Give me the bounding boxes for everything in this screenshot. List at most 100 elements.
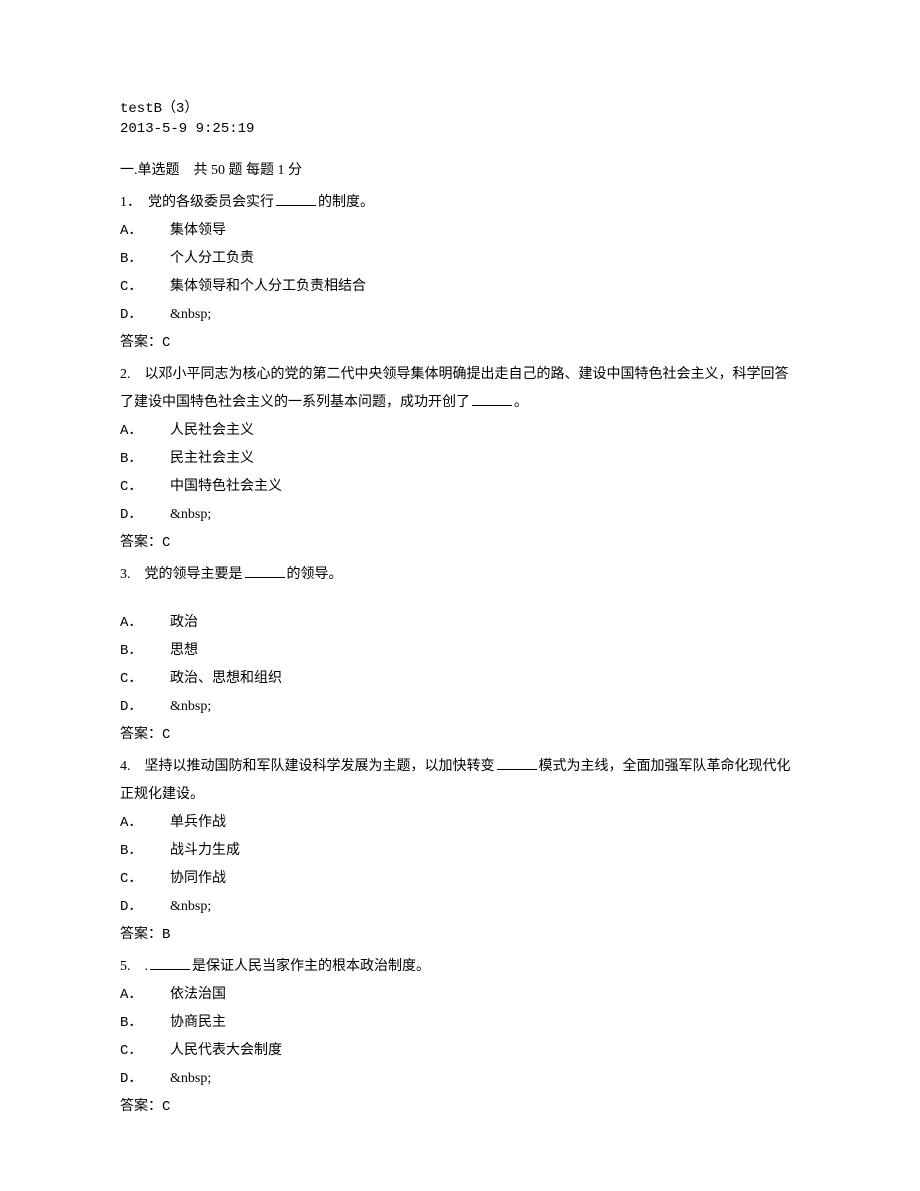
option-text: 中国特色社会主义	[170, 479, 282, 494]
answer-value: B	[162, 927, 170, 943]
option: A．集体领导	[120, 217, 800, 245]
question-stem: 1． 党的各级委员会实行的制度。	[120, 189, 800, 217]
option: C．人民代表大会制度	[120, 1037, 800, 1065]
option-text: &nbsp;	[170, 307, 211, 322]
question-text-after: 的制度。	[318, 195, 374, 210]
answer-label: 答案：	[120, 727, 162, 742]
question-number: 5.	[120, 959, 145, 974]
question-number: 1．	[120, 195, 148, 210]
option-label: B．	[120, 1009, 170, 1037]
option-text: 个人分工负责	[170, 251, 254, 266]
question-text-before: .	[145, 959, 149, 974]
answer-line: 答案：B	[120, 921, 800, 949]
question-text-after: 是保证人民当家作主的根本政治制度。	[192, 959, 430, 974]
option: C．协同作战	[120, 865, 800, 893]
question-stem: 4. 坚持以推动国防和军队建设科学发展为主题，以加快转变模式为主线，全面加强军队…	[120, 753, 800, 809]
option-label: B．	[120, 245, 170, 273]
questions-container: 1． 党的各级委员会实行的制度。A．集体领导B．个人分工负责C．集体领导和个人分…	[120, 189, 800, 1121]
option-text: 集体领导	[170, 223, 226, 238]
doc-title: testB（3）	[120, 100, 800, 120]
answer-value: C	[162, 1099, 170, 1115]
spacer	[120, 589, 800, 609]
section-suffix: 共 50 题 每题 1 分	[194, 163, 303, 178]
option-label: C．	[120, 1037, 170, 1065]
option-text: &nbsp;	[170, 699, 211, 714]
answer-label: 答案：	[120, 927, 162, 942]
question-stem: 3. 党的领导主要是的领导。	[120, 561, 800, 589]
option: D．&nbsp;	[120, 301, 800, 329]
question-text-after: 的领导。	[287, 567, 343, 582]
option: A．依法治国	[120, 981, 800, 1009]
option-label: D．	[120, 893, 170, 921]
answer-line: 答案：C	[120, 329, 800, 357]
option: A．单兵作战	[120, 809, 800, 837]
option-text: 战斗力生成	[170, 843, 240, 858]
option: D．&nbsp;	[120, 693, 800, 721]
option-label: B．	[120, 837, 170, 865]
option: C．中国特色社会主义	[120, 473, 800, 501]
option-label: C．	[120, 473, 170, 501]
question: 5. .是保证人民当家作主的根本政治制度。A．依法治国B．协商民主C．人民代表大…	[120, 953, 800, 1121]
option-label: A．	[120, 417, 170, 445]
question-text-before: 以邓小平同志为核心的党的第二代中央领导集体明确提出走自己的路、建设中国特色社会主…	[120, 367, 789, 410]
question-number: 4.	[120, 759, 145, 774]
option-label: A．	[120, 809, 170, 837]
blank-fill	[497, 755, 537, 770]
answer-value: C	[162, 727, 170, 743]
answer-line: 答案：C	[120, 721, 800, 749]
option: A．政治	[120, 609, 800, 637]
option-label: D．	[120, 693, 170, 721]
blank-fill	[245, 563, 285, 578]
option-text: &nbsp;	[170, 507, 211, 522]
question-number: 3.	[120, 567, 145, 582]
question: 2. 以邓小平同志为核心的党的第二代中央领导集体明确提出走自己的路、建设中国特色…	[120, 361, 800, 557]
option-text: 依法治国	[170, 987, 226, 1002]
option-label: A．	[120, 609, 170, 637]
question-text-before: 坚持以推动国防和军队建设科学发展为主题，以加快转变	[145, 759, 495, 774]
option-text: 协同作战	[170, 871, 226, 886]
option: A．人民社会主义	[120, 417, 800, 445]
option-text: 单兵作战	[170, 815, 226, 830]
answer-line: 答案：C	[120, 529, 800, 557]
option-text: 人民社会主义	[170, 423, 254, 438]
option-text: 政治、思想和组织	[170, 671, 282, 686]
option-label: C．	[120, 273, 170, 301]
option-label: D．	[120, 501, 170, 529]
option-text: &nbsp;	[170, 899, 211, 914]
option-label: D．	[120, 1065, 170, 1093]
question-number: 2.	[120, 367, 145, 382]
option: D．&nbsp;	[120, 501, 800, 529]
option-text: &nbsp;	[170, 1071, 211, 1086]
answer-label: 答案：	[120, 335, 162, 350]
section-header: 一.单选题 共 50 题 每题 1 分	[120, 157, 800, 185]
answer-value: C	[162, 335, 170, 351]
option: B．思想	[120, 637, 800, 665]
answer-value: C	[162, 535, 170, 551]
option: B．个人分工负责	[120, 245, 800, 273]
option-text: 政治	[170, 615, 198, 630]
option: D．&nbsp;	[120, 893, 800, 921]
question: 4. 坚持以推动国防和军队建设科学发展为主题，以加快转变模式为主线，全面加强军队…	[120, 753, 800, 949]
option-label: B．	[120, 445, 170, 473]
option: C．政治、思想和组织	[120, 665, 800, 693]
option-label: C．	[120, 665, 170, 693]
doc-timestamp: 2013-5-9 9:25:19	[120, 120, 800, 140]
answer-label: 答案：	[120, 535, 162, 550]
question-stem: 2. 以邓小平同志为核心的党的第二代中央领导集体明确提出走自己的路、建设中国特色…	[120, 361, 800, 417]
section-prefix: 一.单选题	[120, 163, 180, 178]
question-text-after: 。	[514, 395, 528, 410]
question: 3. 党的领导主要是的领导。A．政治B．思想C．政治、思想和组织D．&nbsp;…	[120, 561, 800, 749]
option: B．民主社会主义	[120, 445, 800, 473]
blank-fill	[472, 391, 512, 406]
blank-fill	[150, 955, 190, 970]
question-stem: 5. . 是保证人民当家作主的根本政治制度。	[120, 953, 800, 981]
option-text: 思想	[170, 643, 198, 658]
option: B．战斗力生成	[120, 837, 800, 865]
option: D．&nbsp;	[120, 1065, 800, 1093]
option: B．协商民主	[120, 1009, 800, 1037]
option-text: 集体领导和个人分工负责相结合	[170, 279, 366, 294]
question: 1． 党的各级委员会实行的制度。A．集体领导B．个人分工负责C．集体领导和个人分…	[120, 189, 800, 357]
option-label: C．	[120, 865, 170, 893]
option-text: 人民代表大会制度	[170, 1043, 282, 1058]
option-label: A．	[120, 981, 170, 1009]
